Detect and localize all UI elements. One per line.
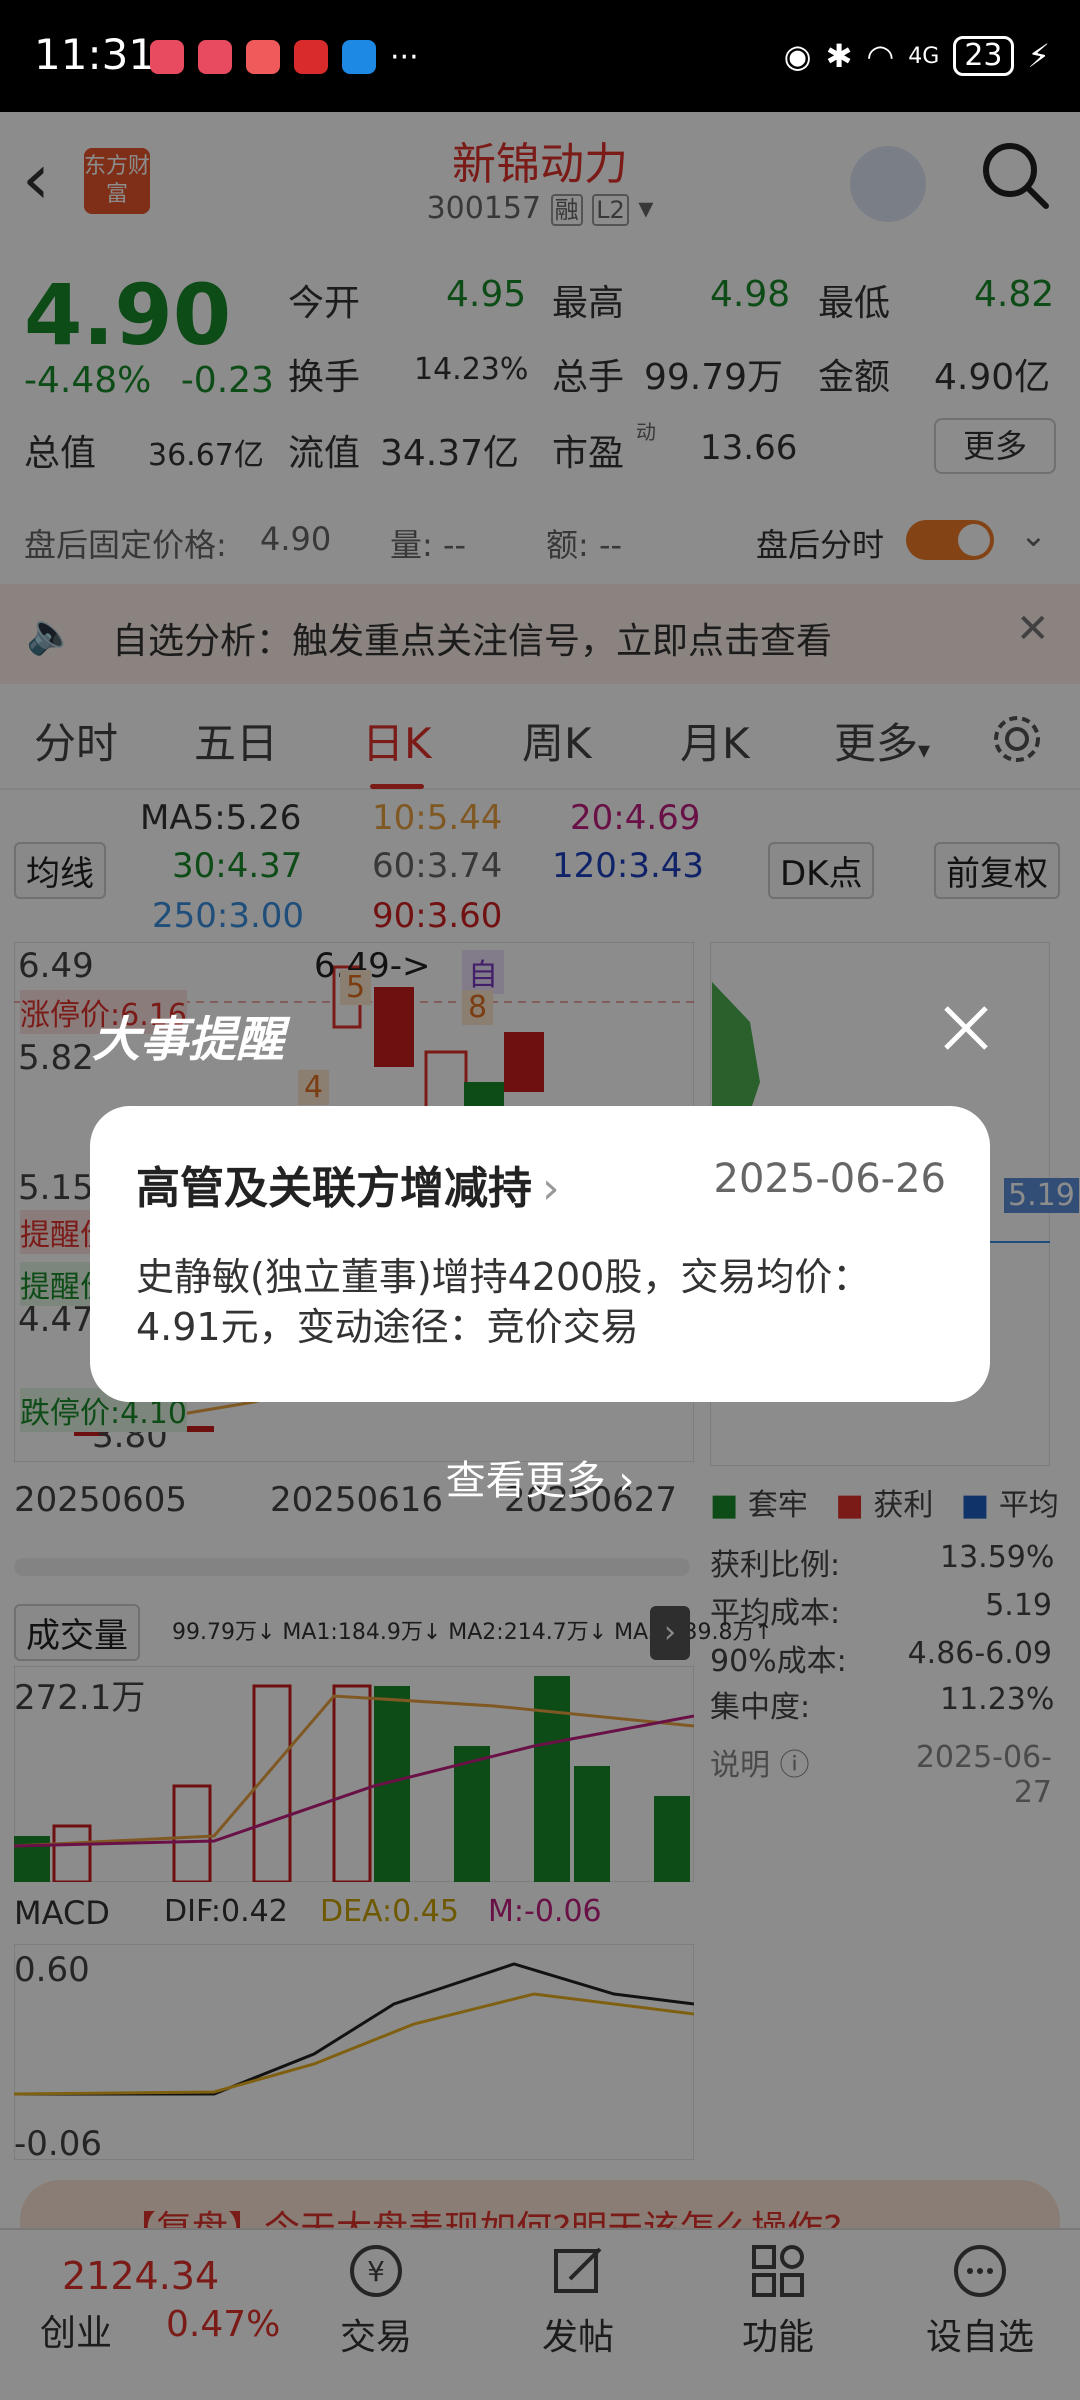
battery-icon: 23	[953, 36, 1014, 76]
charging-icon: ⚡	[1027, 37, 1050, 75]
network-label: 4G	[908, 43, 940, 69]
app-notification-icon	[198, 40, 232, 74]
chevron-right-icon: ›	[542, 1163, 560, 1214]
event-card-title[interactable]: 高管及关联方增减持 ›	[136, 1152, 560, 1216]
status-time: 11:31	[34, 30, 156, 79]
event-card-body: 史静敏(独立董事)增持4200股，交易均价：4.91元，变动途径：竞价交易	[136, 1255, 871, 1349]
app-notification-icon	[246, 40, 280, 74]
close-modal-icon[interactable]	[938, 1000, 994, 1056]
app-notification-icon	[294, 40, 328, 74]
app-notification-icon	[150, 40, 184, 74]
wifi-icon: ◠	[866, 37, 895, 75]
event-card-date: 2025-06-26	[713, 1156, 946, 1202]
notification-icons: ···	[150, 40, 419, 75]
eye-icon: ◉	[783, 37, 812, 75]
major-event-title: 大事提醒	[92, 1012, 285, 1068]
more-notifications-icon: ···	[390, 40, 419, 75]
status-right: ◉ ✱ ◠ 4G 23 ⚡	[784, 36, 1050, 76]
app-notification-icon	[342, 40, 376, 74]
chevron-right-icon: ›	[618, 1458, 635, 1504]
bluetooth-icon: ✱	[825, 37, 853, 75]
see-more-link[interactable]: 查看更多 ›	[0, 1448, 1080, 1506]
